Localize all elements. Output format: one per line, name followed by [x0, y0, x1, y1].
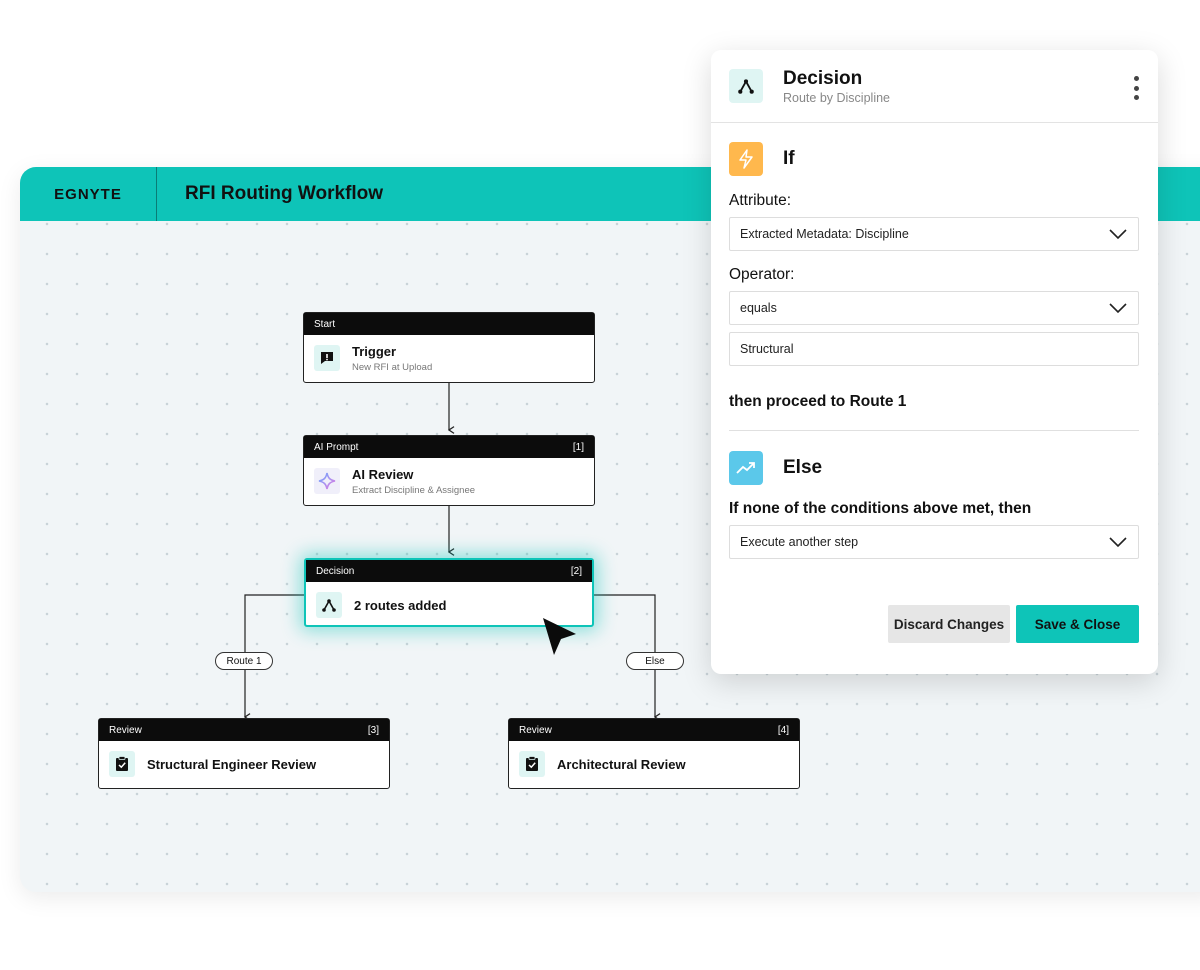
ai-prompt-node[interactable]: AI Prompt [1] AI Review Extract Disciplin…	[303, 435, 595, 506]
edge-label-else: Else	[626, 652, 684, 670]
start-node[interactable]: Start Trigger New RFI at Upload	[303, 312, 595, 383]
if-label: If	[783, 148, 795, 169]
edge-label-route-1: Route 1	[215, 652, 273, 670]
operator-value: equals	[740, 301, 777, 315]
node-subtitle: Extract Discipline & Assignee	[352, 484, 476, 496]
node-header: Decision [2]	[306, 560, 592, 582]
else-label: Else	[783, 457, 823, 478]
cursor-icon	[543, 618, 576, 655]
branch-icon	[316, 592, 342, 618]
value-input[interactable]: Structural	[729, 332, 1139, 366]
node-title: Trigger	[352, 343, 397, 359]
discard-changes-button[interactable]: Discard Changes	[888, 605, 1010, 643]
node-title: AI Review	[352, 466, 414, 482]
node-header: Review [4]	[509, 719, 799, 741]
attribute-label: Attribute:	[729, 192, 792, 209]
operator-label: Operator:	[729, 266, 795, 283]
panel-subtitle: Route by Discipline	[783, 90, 890, 105]
panel-header: Decision Route by Discipline	[711, 50, 1158, 123]
else-action-value: Execute another step	[740, 535, 859, 549]
value-text: Structural	[740, 342, 794, 356]
node-title: 2 routes added	[354, 597, 447, 613]
node-title: Structural Engineer Review	[147, 756, 317, 772]
alert-message-icon	[314, 345, 340, 371]
node-header: AI Prompt [1]	[304, 436, 594, 458]
node-header: Start	[304, 313, 594, 335]
node-title: Architectural Review	[557, 756, 686, 772]
else-action-select[interactable]: Execute another step	[729, 525, 1139, 559]
attribute-value: Extracted Metadata: Discipline	[740, 227, 909, 241]
clipboard-check-icon	[109, 751, 135, 777]
node-header: Review [3]	[99, 719, 389, 741]
else-section-header: Else	[729, 451, 822, 485]
chevron-down-icon	[1109, 537, 1127, 548]
panel-title: Decision	[783, 67, 863, 89]
else-description: If none of the conditions above met, the…	[729, 500, 1032, 517]
branch-icon	[729, 69, 763, 103]
operator-select[interactable]: equals	[729, 291, 1139, 325]
clipboard-check-icon	[519, 751, 545, 777]
structural-review-node[interactable]: Review [3] Structural Engineer Review	[98, 718, 390, 789]
then-text: then proceed to Route 1	[729, 393, 907, 410]
node-subtitle: New RFI at Upload	[352, 361, 433, 373]
trending-up-icon	[729, 451, 763, 485]
sparkle-icon	[314, 468, 340, 494]
if-section-header: If	[729, 142, 795, 176]
decision-panel: Decision Route by Discipline If Attribut…	[711, 50, 1158, 674]
lightning-icon	[729, 142, 763, 176]
chevron-down-icon	[1109, 229, 1127, 240]
divider	[729, 430, 1139, 431]
save-close-button[interactable]: Save & Close	[1016, 605, 1139, 643]
architectural-review-node[interactable]: Review [4] Architectural Review	[508, 718, 800, 789]
attribute-select[interactable]: Extracted Metadata: Discipline	[729, 217, 1139, 251]
more-options-icon[interactable]	[1132, 76, 1140, 100]
chevron-down-icon	[1109, 303, 1127, 314]
